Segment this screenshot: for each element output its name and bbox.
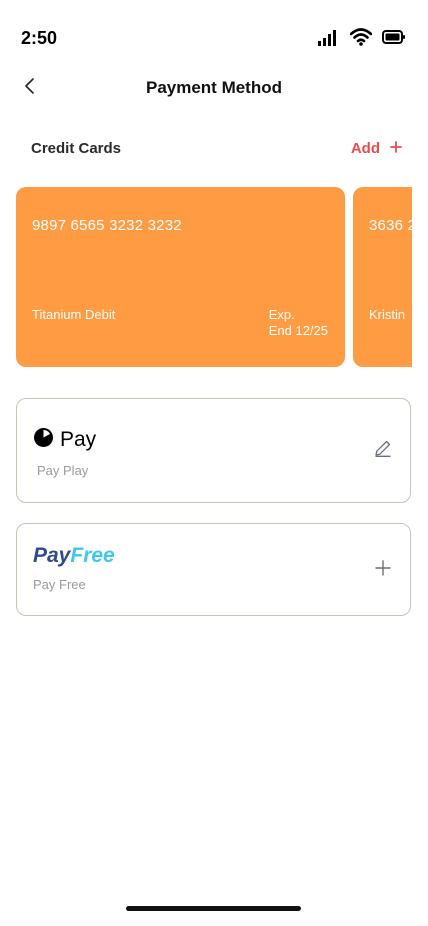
add-method-button[interactable]	[372, 559, 394, 581]
add-card-button[interactable]: Add	[351, 140, 402, 157]
payfree-logo-text-1: Pay	[33, 544, 71, 567]
wifi-icon	[349, 28, 373, 51]
edit-button[interactable]	[372, 439, 394, 461]
card-name: Titanium Debit	[32, 307, 116, 322]
plus-icon	[375, 559, 391, 581]
add-label: Add	[350, 139, 380, 157]
signal-icon	[318, 28, 340, 51]
battery-icon	[382, 30, 406, 49]
pay-logo-text: Pay	[60, 428, 97, 451]
status-icons	[318, 28, 406, 51]
method-subtitle: Pay Play	[37, 463, 89, 478]
card-number: 9897 6565 3232 3232	[32, 217, 182, 234]
payment-method-pay-free[interactable]: Pay Free Pay Free	[16, 523, 411, 616]
status-time: 2:50	[21, 28, 58, 48]
credit-card[interactable]: 3636 2 Kristin	[353, 187, 412, 367]
card-expiry: Exp. End 12/25	[269, 307, 328, 339]
plus-icon	[390, 140, 402, 157]
home-indicator	[126, 906, 301, 911]
card-exp-label: Exp.	[268, 307, 295, 322]
cards-carousel[interactable]: 9897 6565 3232 3232 Titanium Debit Exp. …	[16, 187, 412, 367]
payfree-logo-text-2: Free	[70, 544, 115, 567]
section-title: Credit Cards	[31, 139, 122, 157]
card-exp-value: End 12/25	[268, 323, 328, 338]
pay-logo-icon	[33, 427, 54, 453]
card-name: Kristin	[369, 307, 406, 322]
credit-card[interactable]: 9897 6565 3232 3232 Titanium Debit Exp. …	[16, 187, 345, 367]
nav-bar: Payment Method	[0, 70, 428, 106]
credit-cards-header: Credit Cards Add	[31, 136, 402, 160]
card-number: 3636 2	[369, 217, 412, 234]
payment-method-pay-play[interactable]: Pay Pay Play	[16, 398, 411, 503]
page-title: Payment Method	[145, 78, 283, 97]
pay-play-logo: Pay	[33, 427, 96, 453]
method-subtitle: Pay Free	[33, 577, 86, 592]
payfree-logo: Pay Free	[33, 544, 115, 568]
edit-icon	[373, 438, 393, 463]
status-bar: 2:50	[0, 0, 428, 76]
